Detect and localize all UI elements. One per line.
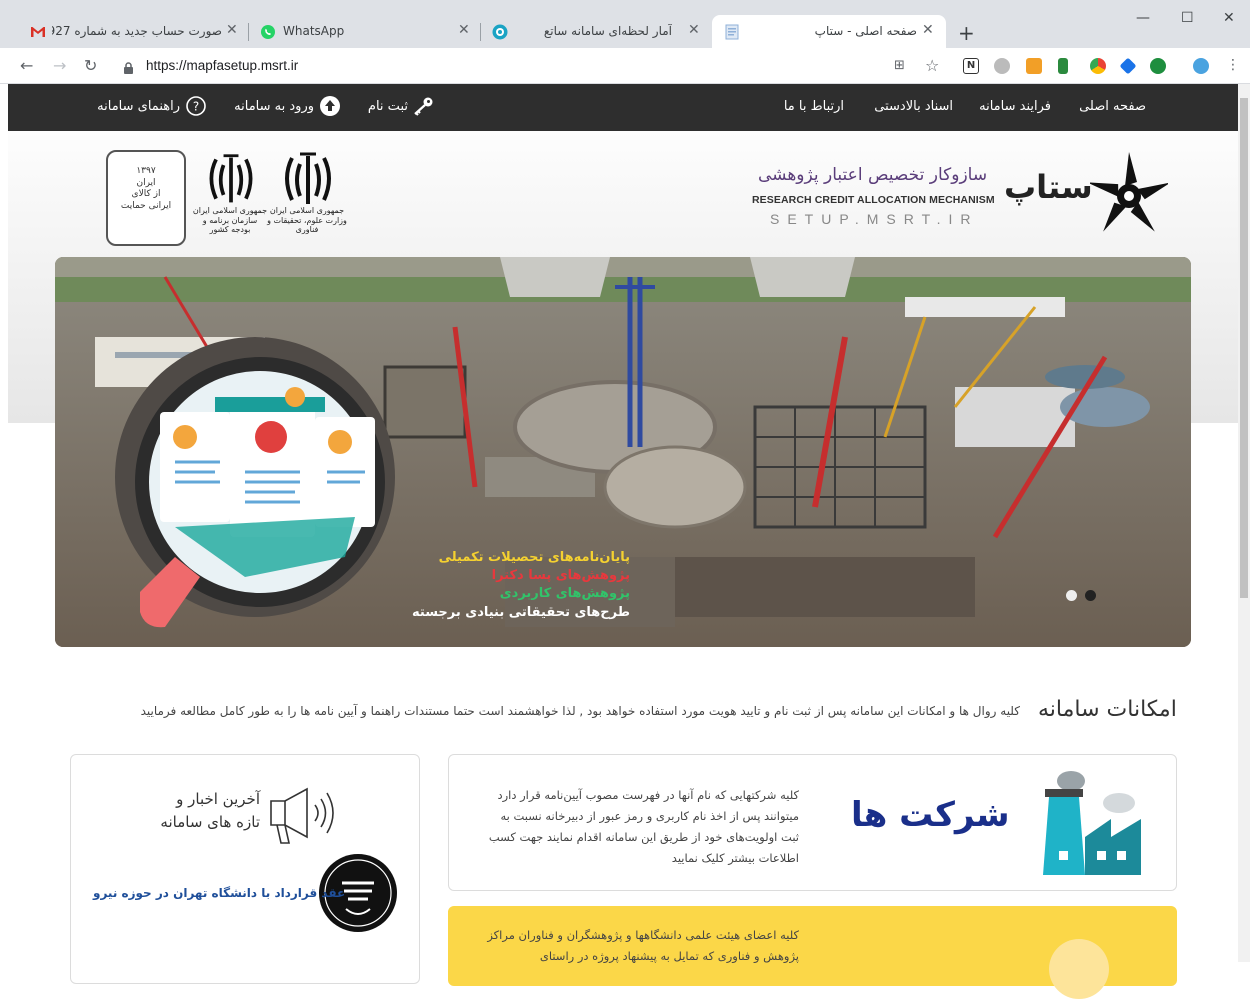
nav-home[interactable]: صفحه اصلی	[1079, 99, 1146, 114]
brand-persian-title: سازوکار تخصیص اعتبار پژوهشی	[758, 165, 988, 185]
nav-contact[interactable]: ارتباط با ما	[784, 99, 844, 114]
minimize-button[interactable]: —	[1136, 10, 1150, 26]
nav-documents[interactable]: اسناد بالادستی	[874, 99, 953, 114]
extension-k-icon[interactable]	[1150, 58, 1166, 74]
register-link[interactable]: ثبت نام	[368, 96, 434, 116]
tab-separator	[480, 23, 481, 41]
close-tab-icon[interactable]: ✕	[458, 22, 470, 38]
extension-chrome-icon[interactable]	[1090, 58, 1106, 74]
tab-separator	[248, 23, 249, 41]
slider-caption-4: طرح‌های تحقیقاتی بنیادی برجسته	[412, 605, 630, 620]
budget-org-caption: جمهوری اسلامی ایران سازمان برنامه و بودج…	[192, 206, 268, 235]
brand-name: ستاپ	[1004, 168, 1093, 206]
iranian-goods-stamp: ۱۳۹۷ ایران از کالای ایرانی حمایت	[106, 150, 186, 246]
slider-caption-3: پژوهش‌های کاربردی	[499, 586, 630, 601]
faculty-text: کلیه اعضای هیئت علمی دانشگاهها و پژوهشگر…	[487, 928, 799, 963]
browser-tab-bar: صورت حساب جدید به شماره 54927 ✕ WhatsApp…	[0, 0, 1250, 48]
guide-link[interactable]: ? راهنمای سامانه	[97, 96, 206, 116]
whatsapp-icon	[260, 24, 276, 40]
news-link[interactable]: عقد قرارداد با دانشگاه تهران در حوزه نیر…	[93, 886, 345, 900]
close-tab-icon[interactable]: ✕	[922, 22, 934, 38]
megaphone-icon	[267, 785, 339, 847]
extension-cloud-icon[interactable]	[994, 58, 1010, 74]
msrt-caption: جمهوری اسلامی ایران وزارت علوم، تحقیقات …	[267, 206, 347, 235]
reload-button[interactable]: ↻	[84, 56, 97, 75]
brand-english-title: RESEARCH CREDIT ALLOCATION MECHANISM	[752, 194, 995, 206]
site-icon	[492, 24, 508, 40]
svg-text:?: ?	[193, 100, 199, 114]
companies-text: کلیه شرکتهایی که نام آنها در فهرست مصوب …	[488, 788, 799, 865]
slider-dot-1[interactable]	[1066, 590, 1077, 601]
new-tab-button[interactable]: +	[958, 21, 975, 45]
close-tab-icon[interactable]: ✕	[688, 22, 700, 38]
site-navbar: صفحه اصلی فرایند سامانه اسناد بالادستی ا…	[8, 84, 1238, 131]
forward-button[interactable]: →	[53, 56, 66, 75]
extension-orange-icon[interactable]	[1026, 58, 1042, 74]
extension-n-icon[interactable]: N	[963, 58, 979, 74]
close-window-button[interactable]: ✕	[1223, 10, 1235, 26]
tab-title: صفحه اصلی - ستاپ	[814, 24, 917, 38]
back-button[interactable]: ←	[20, 56, 33, 75]
url-text: https://mapfasetup.msrt.ir	[146, 58, 299, 73]
document-icon	[724, 24, 740, 40]
maximize-button[interactable]: ☐	[1181, 10, 1194, 26]
key-icon	[414, 96, 434, 116]
companies-card[interactable]: شرکت ها کلیه شرکتهایی که نام آنها در فهر…	[448, 754, 1177, 891]
profile-avatar-icon[interactable]	[1193, 58, 1209, 74]
slider-dot-2-active[interactable]	[1085, 590, 1096, 601]
page-scrollbar[interactable]	[1238, 84, 1250, 962]
translate-icon[interactable]: ⊞	[894, 58, 905, 73]
slider-caption-1: پایان‌نامه‌های تحصیلات تکمیلی	[438, 550, 630, 565]
tab-stats[interactable]: آمار لحظه‌ای سامانه ساتع ✕	[482, 15, 710, 48]
features-title: امکانات سامانه	[1038, 697, 1177, 722]
nav-process[interactable]: فرایند سامانه	[979, 99, 1051, 114]
features-subtitle: کلیه روال ها و امکانات این سامانه پس از …	[140, 704, 1020, 718]
news-title: آخرین اخبار و تازه های سامانه	[160, 790, 260, 831]
menu-dots-icon[interactable]: ⋮	[1226, 58, 1242, 74]
tab-title: WhatsApp	[283, 24, 345, 38]
login-label: ورود به سامانه	[234, 98, 314, 114]
register-label: ثبت نام	[367, 98, 408, 114]
tab-setup-home[interactable]: صفحه اصلی - ستاپ ✕	[712, 15, 946, 48]
lock-icon	[124, 59, 133, 74]
help-circle-icon: ?	[186, 96, 206, 116]
scrollbar-thumb[interactable]	[1240, 98, 1248, 598]
brand-url: SETUP.MSRT.IR	[770, 211, 979, 227]
gmail-icon	[30, 24, 46, 40]
companies-heading: شرکت ها	[851, 795, 1010, 835]
setup-logo[interactable]	[1087, 150, 1171, 240]
slider-caption-2: پژوهش‌های پسا دکترا	[491, 568, 630, 583]
close-tab-icon[interactable]: ✕	[226, 22, 238, 38]
upload-icon	[320, 96, 340, 116]
bookmark-star-icon[interactable]: ☆	[925, 56, 939, 75]
tab-gmail[interactable]: صورت حساب جدید به شماره 54927 ✕	[18, 15, 248, 48]
guide-label: راهنمای سامانه	[97, 98, 180, 114]
tab-title: صورت حساب جدید به شماره 54927	[52, 24, 222, 38]
faculty-card[interactable]: کلیه اعضای هیئت علمی دانشگاهها و پژوهشگر…	[448, 906, 1177, 999]
factory-icon	[1041, 767, 1145, 879]
login-link[interactable]: ورود به سامانه	[234, 96, 340, 116]
tab-whatsapp[interactable]: WhatsApp ✕	[250, 15, 480, 48]
extension-green-icon[interactable]	[1058, 58, 1068, 74]
hero-slider[interactable]: پایان‌نامه‌های تحصیلات تکمیلی پژوهش‌های …	[55, 257, 1191, 647]
tab-title: آمار لحظه‌ای سامانه ساتع	[543, 24, 672, 38]
stamp-text: ۱۳۹۷ ایران از کالای ایرانی حمایت	[120, 166, 172, 212]
faculty-card-decoration	[1049, 939, 1109, 999]
